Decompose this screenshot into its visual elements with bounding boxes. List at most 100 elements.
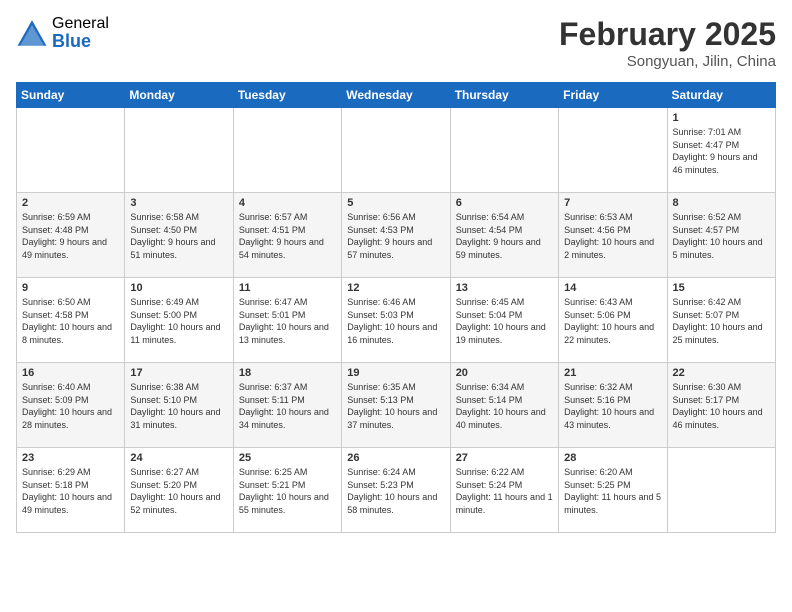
day-number: 16 xyxy=(22,367,119,379)
calendar-cell: 10Sunrise: 6:49 AM Sunset: 5:00 PM Dayli… xyxy=(125,278,233,363)
calendar-cell: 28Sunrise: 6:20 AM Sunset: 5:25 PM Dayli… xyxy=(559,448,667,533)
calendar-cell: 26Sunrise: 6:24 AM Sunset: 5:23 PM Dayli… xyxy=(342,448,450,533)
calendar-cell xyxy=(667,448,775,533)
calendar-table: SundayMondayTuesdayWednesdayThursdayFrid… xyxy=(16,82,776,533)
header-sunday: Sunday xyxy=(17,83,125,108)
title-area: February 2025 Songyuan, Jilin, China xyxy=(559,16,776,70)
calendar-cell xyxy=(450,108,558,193)
logo-text: General Blue xyxy=(52,16,109,50)
calendar-cell xyxy=(233,108,341,193)
cell-info: Sunrise: 6:22 AM Sunset: 5:24 PM Dayligh… xyxy=(456,466,553,516)
day-number: 4 xyxy=(239,197,336,209)
header-tuesday: Tuesday xyxy=(233,83,341,108)
cell-info: Sunrise: 6:56 AM Sunset: 4:53 PM Dayligh… xyxy=(347,211,444,261)
calendar-cell: 20 Sunrise: 6:34 AM Sunset: 5:14 PM Dayli… xyxy=(450,363,558,448)
day-number: 27 xyxy=(456,452,553,464)
day-number: 6 xyxy=(456,197,553,209)
cell-info: Sunrise: 6:47 AM Sunset: 5:01 PM Dayligh… xyxy=(239,296,336,346)
cell-info: Sunrise: 6:32 AM Sunset: 5:16 PM Dayligh… xyxy=(564,381,661,431)
day-number: 1 xyxy=(673,112,770,124)
calendar-cell: 18 Sunrise: 6:37 AM Sunset: 5:11 PM Dayli… xyxy=(233,363,341,448)
day-number: 15 xyxy=(673,282,770,294)
day-number: 12 xyxy=(347,282,444,294)
day-number: 23 xyxy=(22,452,119,464)
day-number: 19 xyxy=(347,367,444,379)
day-number: 9 xyxy=(22,282,119,294)
cell-info: Sunrise: 6:34 AM Sunset: 5:14 PM Dayligh… xyxy=(456,381,553,431)
calendar-cell: 15 Sunrise: 6:42 AM Sunset: 5:07 PM Dayli… xyxy=(667,278,775,363)
day-number: 8 xyxy=(673,197,770,209)
calendar-cell: 2 Sunrise: 6:59 AM Sunset: 4:48 PM Daylig… xyxy=(17,193,125,278)
day-number: 17 xyxy=(130,367,227,379)
cell-info: Sunrise: 6:35 AM Sunset: 5:13 PM Dayligh… xyxy=(347,381,444,431)
calendar-cell: 4 Sunrise: 6:57 AM Sunset: 4:51 PM Daylig… xyxy=(233,193,341,278)
calendar-cell: 16 Sunrise: 6:40 AM Sunset: 5:09 PM Dayli… xyxy=(17,363,125,448)
header-friday: Friday xyxy=(559,83,667,108)
week-row-1: 2 Sunrise: 6:59 AM Sunset: 4:48 PM Daylig… xyxy=(17,193,776,278)
header-thursday: Thursday xyxy=(450,83,558,108)
cell-info: Sunrise: 6:54 AM Sunset: 4:54 PM Dayligh… xyxy=(456,211,553,261)
page-header: General Blue February 2025 Songyuan, Jil… xyxy=(16,16,776,70)
week-row-3: 16 Sunrise: 6:40 AM Sunset: 5:09 PM Dayli… xyxy=(17,363,776,448)
week-row-2: 9Sunrise: 6:50 AM Sunset: 4:58 PM Daylig… xyxy=(17,278,776,363)
day-number: 22 xyxy=(673,367,770,379)
calendar-subtitle: Songyuan, Jilin, China xyxy=(559,53,776,70)
day-number: 5 xyxy=(347,197,444,209)
cell-info: Sunrise: 6:30 AM Sunset: 5:17 PM Dayligh… xyxy=(673,381,770,431)
calendar-cell: 14 Sunrise: 6:43 AM Sunset: 5:06 PM Dayli… xyxy=(559,278,667,363)
day-number: 7 xyxy=(564,197,661,209)
cell-info: Sunrise: 6:58 AM Sunset: 4:50 PM Dayligh… xyxy=(130,211,227,261)
day-number: 11 xyxy=(239,282,336,294)
calendar-cell: 13 Sunrise: 6:45 AM Sunset: 5:04 PM Dayli… xyxy=(450,278,558,363)
calendar-cell: 23 Sunrise: 6:29 AM Sunset: 5:18 PM Dayli… xyxy=(17,448,125,533)
day-number: 3 xyxy=(130,197,227,209)
calendar-cell: 22 Sunrise: 6:30 AM Sunset: 5:17 PM Dayli… xyxy=(667,363,775,448)
cell-info: Sunrise: 6:57 AM Sunset: 4:51 PM Dayligh… xyxy=(239,211,336,261)
logo-general: General xyxy=(52,16,109,32)
day-number: 13 xyxy=(456,282,553,294)
cell-info: Sunrise: 6:45 AM Sunset: 5:04 PM Dayligh… xyxy=(456,296,553,346)
day-number: 18 xyxy=(239,367,336,379)
calendar-cell: 27 Sunrise: 6:22 AM Sunset: 5:24 PM Dayli… xyxy=(450,448,558,533)
calendar-cell xyxy=(17,108,125,193)
day-number: 25 xyxy=(239,452,336,464)
day-number: 14 xyxy=(564,282,661,294)
logo-blue: Blue xyxy=(52,32,109,50)
logo: General Blue xyxy=(16,16,109,50)
cell-info: Sunrise: 6:42 AM Sunset: 5:07 PM Dayligh… xyxy=(673,296,770,346)
week-row-4: 23 Sunrise: 6:29 AM Sunset: 5:18 PM Dayli… xyxy=(17,448,776,533)
day-number: 20 xyxy=(456,367,553,379)
day-number: 21 xyxy=(564,367,661,379)
cell-info: Sunrise: 7:01 AM Sunset: 4:47 PM Dayligh… xyxy=(673,126,770,176)
calendar-cell: 11 Sunrise: 6:47 AM Sunset: 5:01 PM Dayli… xyxy=(233,278,341,363)
cell-info: Sunrise: 6:40 AM Sunset: 5:09 PM Dayligh… xyxy=(22,381,119,431)
calendar-cell: 5 Sunrise: 6:56 AM Sunset: 4:53 PM Daylig… xyxy=(342,193,450,278)
cell-info: Sunrise: 6:46 AM Sunset: 5:03 PM Dayligh… xyxy=(347,296,444,346)
day-number: 28 xyxy=(564,452,661,464)
cell-info: Sunrise: 6:53 AM Sunset: 4:56 PM Dayligh… xyxy=(564,211,661,261)
calendar-cell xyxy=(559,108,667,193)
logo-icon xyxy=(16,17,48,49)
header-wednesday: Wednesday xyxy=(342,83,450,108)
calendar-cell xyxy=(125,108,233,193)
cell-info: Sunrise: 6:52 AM Sunset: 4:57 PM Dayligh… xyxy=(673,211,770,261)
cell-info: Sunrise: 6:25 AM Sunset: 5:21 PM Dayligh… xyxy=(239,466,336,516)
calendar-cell: 7 Sunrise: 6:53 AM Sunset: 4:56 PM Daylig… xyxy=(559,193,667,278)
day-number: 26 xyxy=(347,452,444,464)
day-number: 2 xyxy=(22,197,119,209)
cell-info: Sunrise: 6:59 AM Sunset: 4:48 PM Dayligh… xyxy=(22,211,119,261)
cell-info: Sunrise: 6:49 AM Sunset: 5:00 PM Dayligh… xyxy=(130,296,227,346)
calendar-cell: 6 Sunrise: 6:54 AM Sunset: 4:54 PM Daylig… xyxy=(450,193,558,278)
calendar-cell: 19 Sunrise: 6:35 AM Sunset: 5:13 PM Dayli… xyxy=(342,363,450,448)
calendar-cell: 3 Sunrise: 6:58 AM Sunset: 4:50 PM Daylig… xyxy=(125,193,233,278)
cell-info: Sunrise: 6:27 AM Sunset: 5:20 PM Dayligh… xyxy=(130,466,227,516)
calendar-cell: 17Sunrise: 6:38 AM Sunset: 5:10 PM Dayli… xyxy=(125,363,233,448)
cell-info: Sunrise: 6:37 AM Sunset: 5:11 PM Dayligh… xyxy=(239,381,336,431)
calendar-cell: 12 Sunrise: 6:46 AM Sunset: 5:03 PM Dayli… xyxy=(342,278,450,363)
calendar-cell: 24Sunrise: 6:27 AM Sunset: 5:20 PM Dayli… xyxy=(125,448,233,533)
calendar-cell: 25 Sunrise: 6:25 AM Sunset: 5:21 PM Dayli… xyxy=(233,448,341,533)
week-row-0: 1 Sunrise: 7:01 AM Sunset: 4:47 PM Daylig… xyxy=(17,108,776,193)
calendar-title: February 2025 xyxy=(559,16,776,53)
cell-info: Sunrise: 6:43 AM Sunset: 5:06 PM Dayligh… xyxy=(564,296,661,346)
cell-info: Sunrise: 6:29 AM Sunset: 5:18 PM Dayligh… xyxy=(22,466,119,516)
